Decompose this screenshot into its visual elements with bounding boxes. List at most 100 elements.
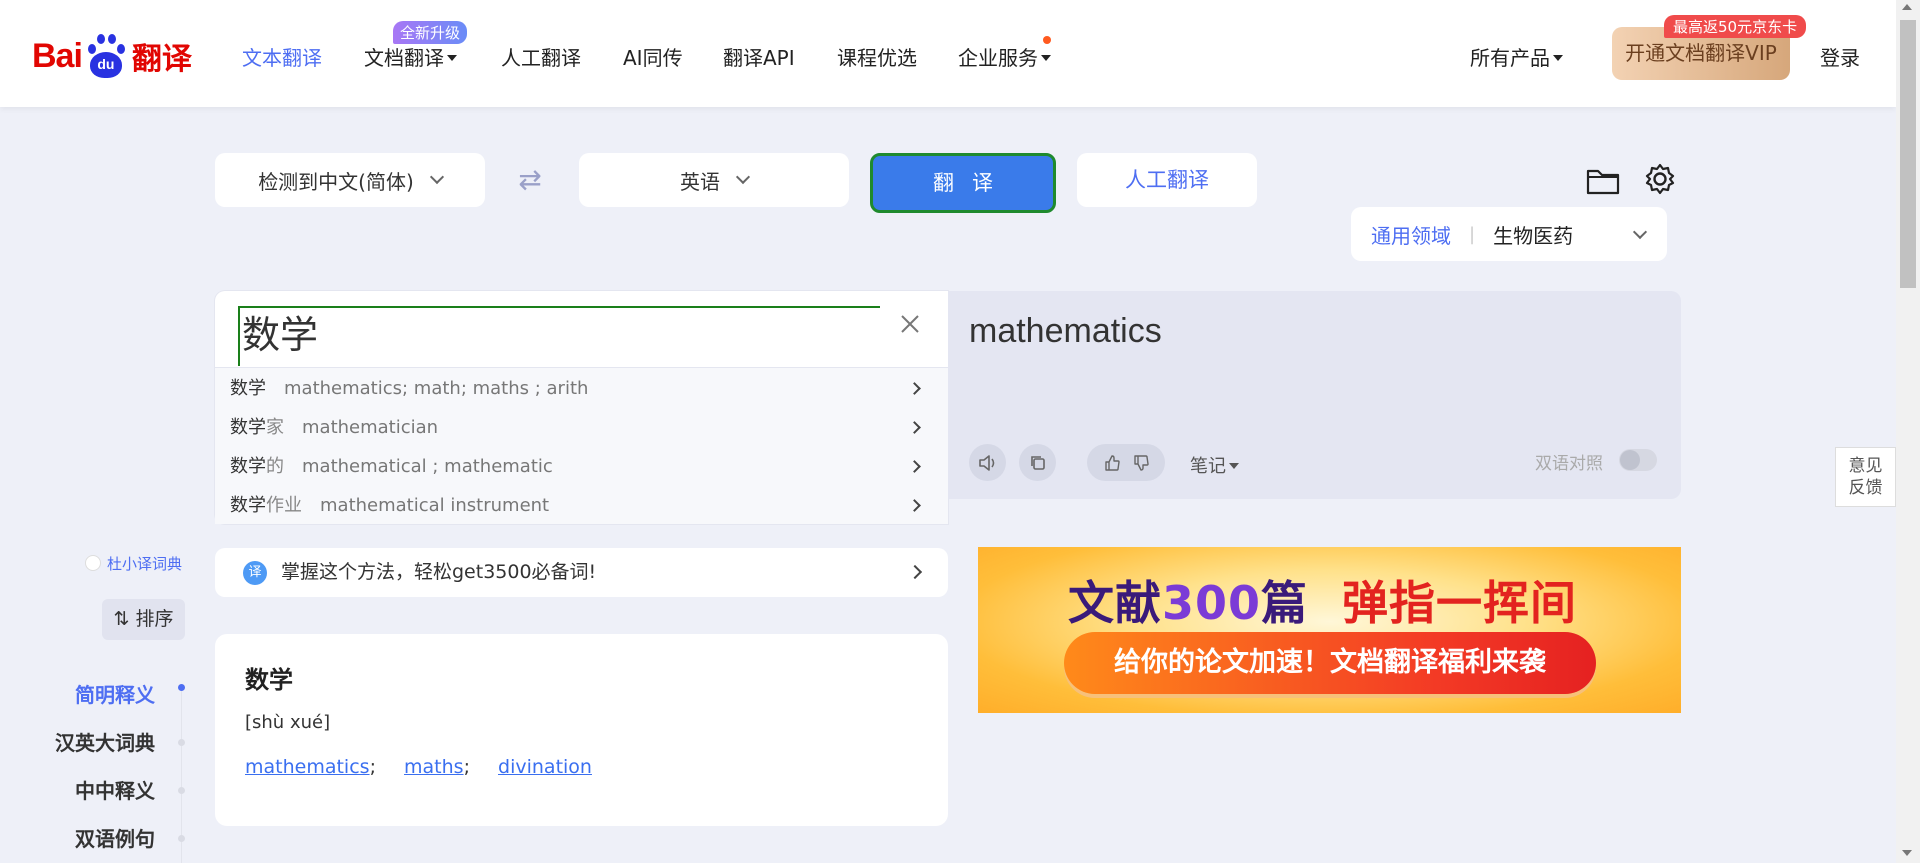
nav-text-translate[interactable]: 文本翻译 bbox=[242, 42, 322, 71]
top-header: Bai du 翻译 文本翻译 文档翻译 全新升级 人工翻译 AI同传 翻译API… bbox=[0, 0, 1896, 107]
suggestion-item[interactable]: 数学家 mathematician bbox=[230, 408, 935, 447]
dictionary-headword: 数学 bbox=[245, 666, 293, 694]
sort-icon: ⇅ bbox=[113, 608, 136, 630]
login-link[interactable]: 登录 bbox=[1820, 42, 1860, 71]
chevron-down-icon bbox=[735, 169, 751, 185]
scrollbar-thumb[interactable] bbox=[1900, 20, 1916, 288]
chevron-right-icon bbox=[907, 564, 923, 580]
source-text-input[interactable]: 数学 bbox=[238, 306, 880, 366]
folder-icon[interactable] bbox=[1586, 165, 1620, 195]
suggestion-word: 数学 bbox=[230, 456, 266, 477]
nav-enterprise-label: 企业服务 bbox=[958, 46, 1038, 70]
swap-languages-icon[interactable]: ⇄ bbox=[515, 165, 545, 195]
vip-promo-badge: 最高返50元京东卡 bbox=[1664, 15, 1807, 38]
chevron-right-icon bbox=[908, 382, 921, 395]
nav-human-translate[interactable]: 人工翻译 bbox=[501, 42, 581, 71]
nav-enterprise[interactable]: 企业服务 bbox=[958, 42, 1051, 71]
suggestion-list: 数学 mathematics; math; maths ; arith 数学家 ma… bbox=[215, 367, 948, 524]
suggestion-item[interactable]: 数学 mathematics; math; maths ; arith bbox=[230, 369, 935, 408]
logo-du-text: du bbox=[89, 52, 122, 78]
sidebar-item-examples[interactable]: 双语例句 bbox=[75, 823, 155, 852]
suggestion-item[interactable]: 数学作业 mathematical instrument bbox=[230, 486, 935, 525]
definition-link[interactable]: maths bbox=[404, 756, 464, 778]
sidebar-dot bbox=[178, 739, 185, 746]
human-translate-button[interactable]: 人工翻译 bbox=[1077, 153, 1257, 207]
baidu-translate-logo[interactable]: Bai du 翻译 bbox=[32, 30, 192, 82]
thumbs-up-icon[interactable] bbox=[1104, 454, 1120, 471]
sidebar-dot bbox=[178, 835, 185, 842]
nav-courses[interactable]: 课程优选 bbox=[837, 42, 917, 71]
baidu-paw-icon: du bbox=[84, 34, 128, 78]
domain-separator: | bbox=[1469, 223, 1476, 245]
all-products-label: 所有产品 bbox=[1470, 46, 1550, 70]
chevron-down-icon bbox=[1632, 224, 1648, 240]
suggestion-definition: mathematics; math; maths ; arith bbox=[284, 378, 589, 399]
banner-title-red: 弹指一挥间 bbox=[1342, 576, 1578, 630]
feedback-label-2: 反馈 bbox=[1848, 478, 1883, 498]
translation-output-text: mathematics bbox=[969, 312, 1162, 350]
suggestion-item[interactable]: 数学的 mathematical ; mathematic bbox=[230, 447, 935, 486]
thumbs-down-icon[interactable] bbox=[1133, 454, 1149, 471]
domain-selected-label: 生物医药 bbox=[1493, 223, 1574, 248]
feedback-label-1: 意见 bbox=[1848, 456, 1883, 476]
bilingual-label: 双语对照 bbox=[1535, 454, 1603, 474]
doc-translate-promo-banner[interactable]: 文献300篇 弹指一挥间 给你的论文加速！文档翻译福利来袭 bbox=[978, 547, 1681, 713]
source-language-select[interactable]: 检测到中文(简体) bbox=[215, 153, 485, 207]
definition-link[interactable]: mathematics bbox=[245, 756, 370, 778]
suggestion-word: 数学 bbox=[230, 378, 266, 399]
logo-bai-text: Bai bbox=[32, 36, 83, 75]
caret-down-icon bbox=[1041, 55, 1051, 61]
caret-down-icon bbox=[1229, 462, 1239, 469]
chevron-down-icon bbox=[429, 169, 444, 185]
nav-doc-translate[interactable]: 文档翻译 bbox=[364, 42, 457, 71]
banner-title-b: 篇 bbox=[1261, 576, 1309, 630]
feedback-button[interactable]: 意见 反馈 bbox=[1835, 447, 1896, 507]
suggestion-suffix: 作业 bbox=[266, 495, 302, 516]
promo-text: 掌握这个方法，轻松get3500必备词! bbox=[281, 561, 597, 583]
chevron-right-icon bbox=[908, 499, 921, 512]
chevron-right-icon bbox=[908, 421, 921, 434]
sort-button[interactable]: ⇅ 排序 bbox=[102, 599, 185, 640]
duxiao-label: 杜小译词典 bbox=[107, 555, 183, 573]
banner-subtitle: 给你的论文加速！文档翻译福利来袭 bbox=[1064, 632, 1596, 694]
banner-title-num: 300 bbox=[1162, 576, 1262, 630]
target-language-label: 英语 bbox=[680, 169, 720, 194]
nav-translate-api[interactable]: 翻译API bbox=[723, 42, 795, 71]
close-icon[interactable] bbox=[899, 313, 921, 335]
toggle-knob bbox=[1620, 450, 1640, 470]
translate-badge-icon: 译 bbox=[243, 561, 267, 585]
notes-menu[interactable]: 笔记 bbox=[1190, 452, 1239, 478]
scroll-down-arrow-icon[interactable] bbox=[1902, 850, 1912, 856]
banner-title-a: 文献 bbox=[1068, 576, 1162, 630]
sidebar-item-concise[interactable]: 简明释义 bbox=[75, 679, 155, 708]
rating-buttons bbox=[1087, 444, 1165, 481]
scroll-up-arrow-icon[interactable] bbox=[1902, 4, 1912, 10]
copy-icon[interactable] bbox=[1019, 444, 1056, 481]
suggestion-definition: mathematical instrument bbox=[320, 495, 550, 516]
sort-label: 排序 bbox=[135, 608, 174, 630]
notification-dot bbox=[1043, 36, 1051, 44]
suggestion-suffix: 的 bbox=[266, 456, 284, 477]
chevron-right-icon bbox=[908, 460, 921, 473]
bilingual-toggle[interactable] bbox=[1619, 449, 1657, 471]
nav-doc-translate-label: 文档翻译 bbox=[364, 46, 444, 70]
target-language-select[interactable]: 英语 bbox=[579, 153, 849, 207]
sidebar-dot bbox=[178, 787, 185, 794]
domain-select[interactable]: 通用领域 | 生物医药 bbox=[1351, 207, 1667, 261]
sidebar-item-cn-cn[interactable]: 中中释义 bbox=[75, 775, 155, 804]
dictionary-pinyin: [shù xué] bbox=[245, 712, 331, 733]
all-products-menu[interactable]: 所有产品 bbox=[1470, 42, 1563, 71]
domain-general-option[interactable]: 通用领域 bbox=[1371, 220, 1451, 249]
gear-icon[interactable] bbox=[1643, 162, 1677, 196]
vocabulary-promo-bar[interactable]: 译 掌握这个方法，轻松get3500必备词! bbox=[215, 548, 948, 597]
duxiao-dictionary-link[interactable]: 杜小译词典 bbox=[85, 553, 182, 574]
definition-link[interactable]: divination bbox=[498, 756, 592, 778]
dictionary-definitions: mathematics; maths; divination bbox=[245, 756, 592, 778]
sidebar-item-cn-en-dictionary[interactable]: 汉英大词典 bbox=[55, 727, 155, 756]
suggestion-word: 数学 bbox=[230, 417, 266, 438]
nav-ai-interpret[interactable]: AI同传 bbox=[623, 42, 683, 71]
suggestion-definition: mathematician bbox=[302, 417, 439, 438]
translate-button[interactable]: 翻译 bbox=[870, 153, 1056, 213]
source-language-label: 检测到中文(简体) bbox=[258, 169, 414, 194]
speaker-icon[interactable] bbox=[969, 444, 1006, 481]
